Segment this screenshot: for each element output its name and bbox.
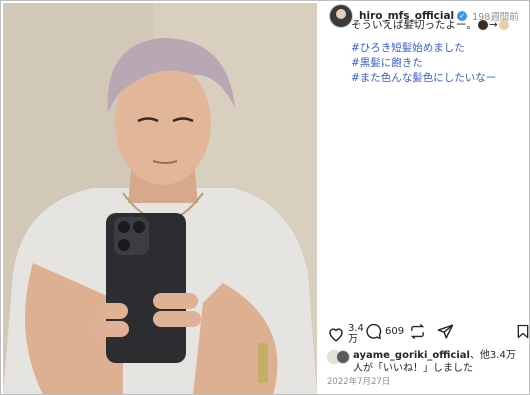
post-photo[interactable] bbox=[3, 3, 317, 394]
post-frame: hiro_mfs_official ✓ 198週間前 そういえば髪切ったよー。 →… bbox=[0, 0, 530, 395]
action-bar: 3.4 万 609 bbox=[327, 323, 529, 351]
light-hair-face-emoji-icon bbox=[498, 20, 509, 30]
avatar bbox=[336, 350, 350, 364]
liked-by-user-link[interactable]: ayame_goriki_official bbox=[353, 350, 470, 361]
liked-by-text: ayame_goriki_official、他3.4万人が「いいね！」しました bbox=[353, 349, 523, 375]
bookmark-icon bbox=[517, 324, 529, 339]
like-button[interactable]: 3.4 万 bbox=[327, 323, 364, 345]
caption-text: そういえば髪切ったよー。 bbox=[351, 19, 477, 31]
comments-count: 609 bbox=[385, 326, 405, 337]
repost-icon bbox=[410, 323, 425, 340]
comment-icon bbox=[366, 323, 382, 340]
hashtag-link[interactable]: #ひろき短髪始めました bbox=[351, 41, 496, 56]
comment-button[interactable]: 609 bbox=[365, 323, 404, 340]
hashtag-link[interactable]: #また色んな髪色にしたいなー bbox=[351, 71, 496, 86]
save-button[interactable] bbox=[515, 323, 529, 340]
hashtag-list: #ひろき短髪始めました #黒髪に飽きた #また色んな髪色にしたいなー bbox=[351, 41, 496, 86]
avatar[interactable] bbox=[329, 4, 353, 28]
caption-arrow: → bbox=[488, 19, 498, 31]
post-details-pane: hiro_mfs_official ✓ 198週間前 そういえば髪切ったよー。 →… bbox=[319, 1, 529, 394]
liked-by: ayame_goriki_official、他3.4万人が「いいね！」しました bbox=[327, 349, 523, 375]
post-caption: そういえば髪切ったよー。 → bbox=[351, 17, 510, 32]
post-date: 2022年7月27日 bbox=[327, 377, 391, 387]
heart-icon bbox=[329, 328, 343, 342]
share-icon bbox=[437, 324, 454, 339]
hashtag-link[interactable]: #黒髪に飽きた bbox=[351, 56, 496, 71]
likes-count: 3.4 万 bbox=[348, 323, 364, 345]
dark-hair-face-emoji-icon bbox=[477, 20, 488, 30]
repost-button[interactable] bbox=[409, 323, 426, 340]
share-button[interactable] bbox=[437, 323, 454, 340]
